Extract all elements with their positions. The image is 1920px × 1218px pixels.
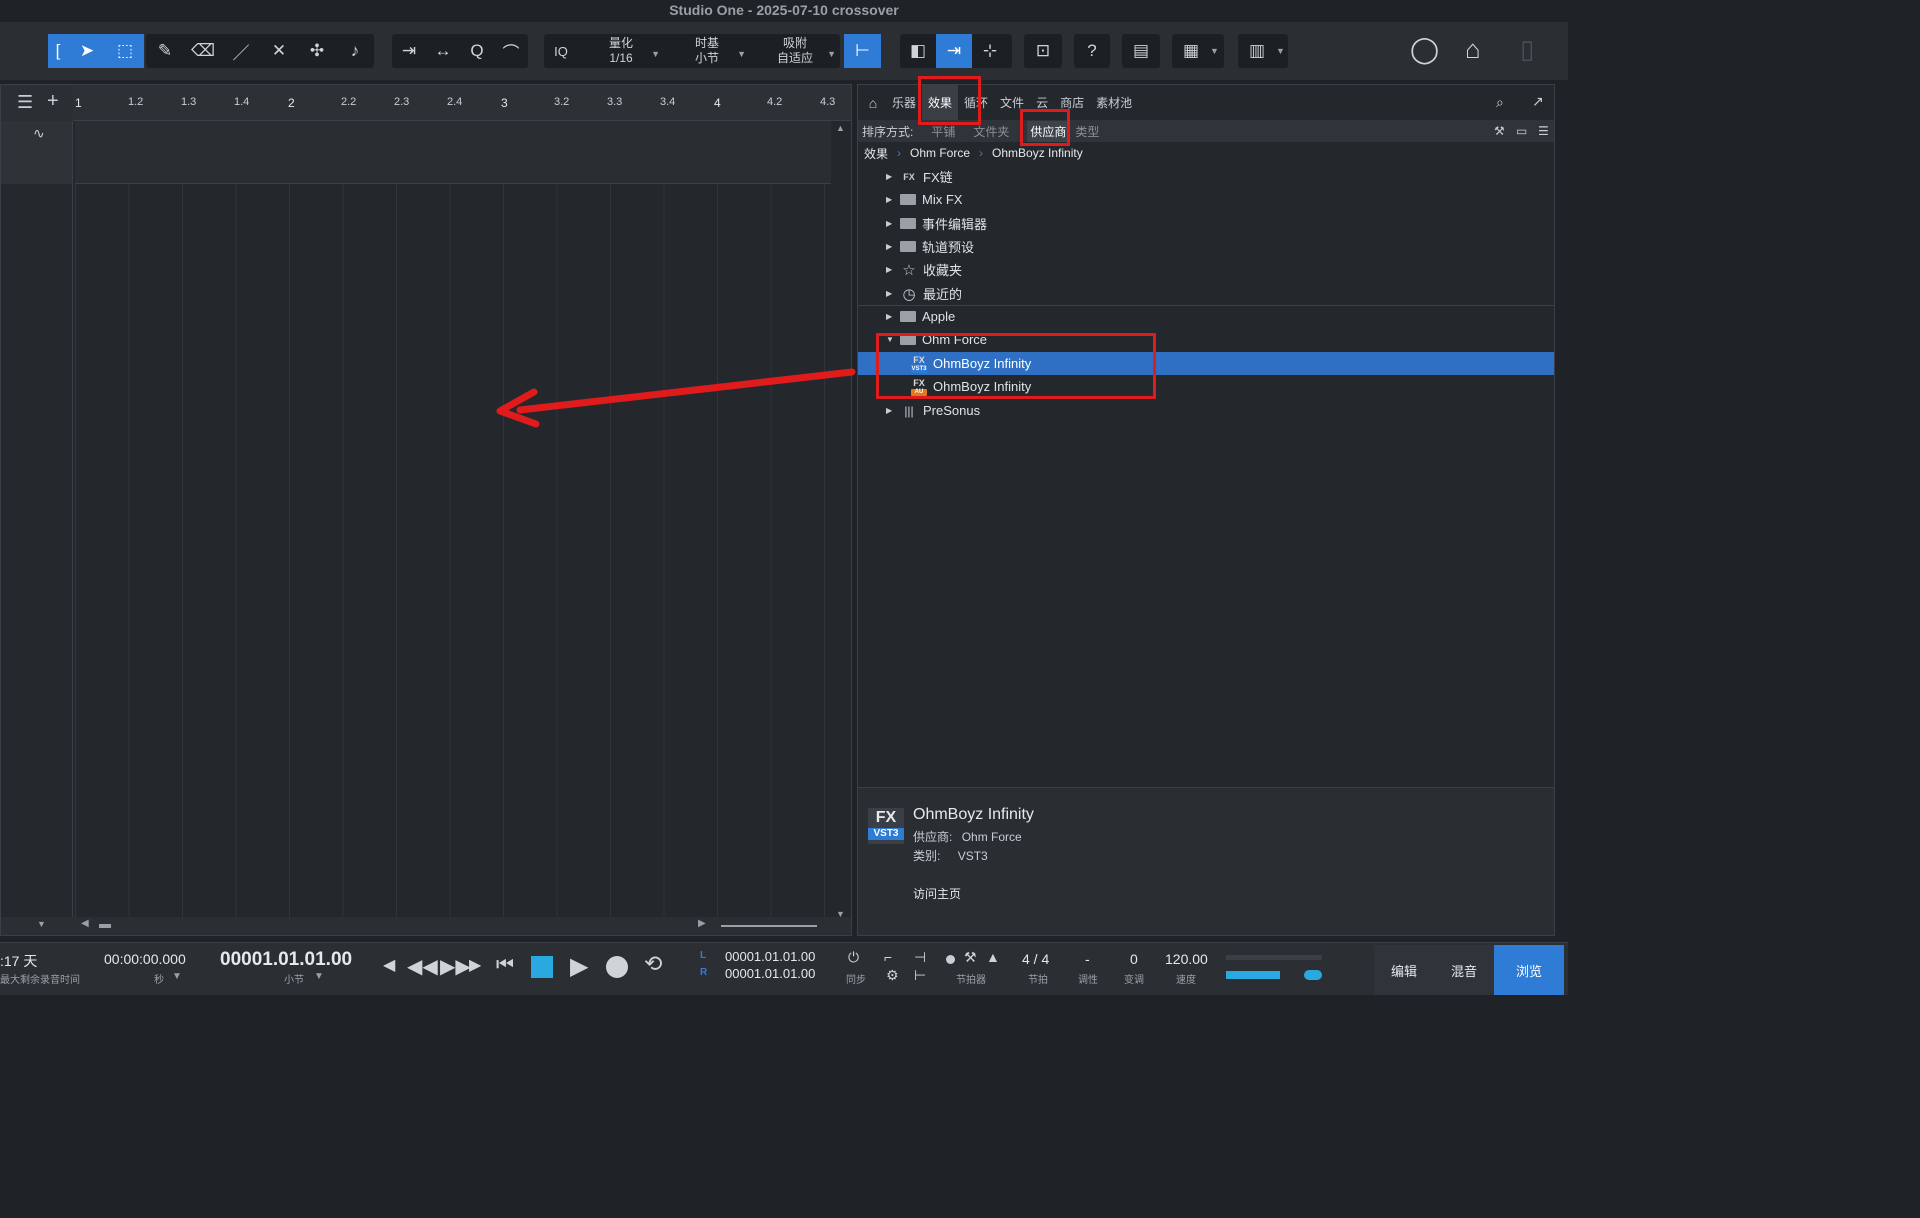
metronome-icon[interactable]: ▲ <box>986 949 1000 965</box>
record-time-label: 最大剩余录音时间 <box>0 975 80 986</box>
preroll-icon[interactable]: ⊢ <box>914 967 926 984</box>
loop-icon[interactable]: ⟲ <box>644 951 662 977</box>
seconds-value[interactable]: 00:00:00.000 <box>104 951 186 967</box>
transport-bar: :17 天 最大剩余录音时间 00:00:00.000 秒 ▼ 00001.01… <box>0 942 1568 995</box>
loop-left-value[interactable]: 00001.01.01.00 <box>725 949 815 964</box>
time-signature-value[interactable]: 4 / 4 <box>1022 951 1049 967</box>
loop-right-label: R <box>700 967 708 978</box>
play-icon[interactable]: ▶ <box>570 952 588 981</box>
loop-right-value[interactable]: 00001.01.01.00 <box>725 966 815 981</box>
marker-next-icon[interactable]: ▶ <box>469 955 481 975</box>
metronome-label: 节拍器 <box>956 975 986 986</box>
rewind-icon[interactable]: ◀◀ <box>407 954 438 979</box>
tempo-value[interactable]: 120.00 <box>1165 951 1208 967</box>
tempo-label: 速度 <box>1176 975 1196 986</box>
return-to-zero-icon[interactable]: ⏮ <box>496 954 514 977</box>
page-browse-button[interactable]: 浏览 <box>1494 945 1564 995</box>
record-time-value: :17 天 <box>0 953 38 969</box>
transpose-value[interactable]: 0 <box>1130 951 1138 967</box>
key-label: 调性 <box>1078 975 1098 986</box>
performance-meter <box>1226 971 1280 979</box>
record-icon[interactable] <box>606 956 628 978</box>
fast-forward-icon[interactable]: ▶▶ <box>440 954 471 979</box>
precount-icon[interactable]: ⊣ <box>914 949 926 966</box>
position-label: 小节 <box>284 975 304 986</box>
stop-icon[interactable] <box>531 956 553 978</box>
position-value[interactable]: 00001.01.01.00 <box>220 949 352 971</box>
toggle-switch[interactable] <box>1304 970 1322 980</box>
transpose-label: 变调 <box>1124 975 1144 986</box>
loop-left-label: L <box>700 950 707 961</box>
wrench-icon[interactable]: ⚒ <box>964 949 977 966</box>
time-signature-label: 节拍 <box>1028 975 1048 986</box>
chevron-down-icon[interactable]: ▼ <box>172 971 182 982</box>
gear-icon[interactable]: ⚙ <box>886 967 899 984</box>
page-mix-button[interactable]: 混音 <box>1434 945 1494 995</box>
page-edit-button[interactable]: 编辑 <box>1374 945 1434 995</box>
seconds-label: 秒 <box>154 975 164 986</box>
marker-prev-icon[interactable]: ◀ <box>383 955 395 975</box>
annotation-arrow <box>496 368 856 428</box>
chevron-down-icon[interactable]: ▼ <box>314 971 324 982</box>
sync-label: 同步 <box>846 975 866 986</box>
metronome-dot-icon[interactable] <box>946 955 955 964</box>
cpu-meter <box>1226 955 1322 960</box>
key-value[interactable]: - <box>1085 951 1090 967</box>
power-icon[interactable]: ⏻ <box>848 949 859 966</box>
punch-icon[interactable]: ⌐ <box>884 949 892 965</box>
